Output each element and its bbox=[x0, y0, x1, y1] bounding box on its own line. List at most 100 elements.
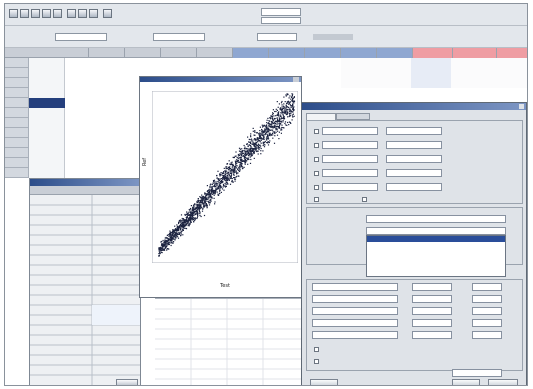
print-icon[interactable] bbox=[31, 9, 40, 18]
option-checkbox[interactable] bbox=[314, 359, 319, 364]
grid-col-header[interactable] bbox=[233, 48, 269, 58]
grid-col-header[interactable] bbox=[269, 48, 305, 58]
filter-field-2[interactable] bbox=[153, 33, 205, 41]
radio-option[interactable] bbox=[362, 197, 367, 202]
row-header[interactable] bbox=[5, 108, 29, 118]
row-header[interactable] bbox=[5, 168, 29, 178]
parameter-field[interactable] bbox=[472, 331, 502, 339]
option-checkbox[interactable] bbox=[314, 171, 319, 176]
ok-button[interactable] bbox=[452, 379, 480, 385]
scatter-point bbox=[202, 208, 204, 210]
parameter-field[interactable] bbox=[472, 307, 502, 315]
parameter-field[interactable] bbox=[472, 319, 502, 327]
option-combo[interactable] bbox=[386, 141, 442, 149]
parameter-field[interactable] bbox=[412, 307, 452, 315]
row-header[interactable] bbox=[5, 158, 29, 168]
grid-col-header[interactable] bbox=[413, 48, 453, 58]
option-combo[interactable] bbox=[322, 169, 378, 177]
chart-icon[interactable] bbox=[67, 9, 76, 18]
parameter-field[interactable] bbox=[472, 283, 502, 291]
filter-icon[interactable] bbox=[89, 9, 98, 18]
grid-col-header[interactable] bbox=[89, 48, 125, 58]
paste-icon[interactable] bbox=[53, 9, 62, 18]
row-header[interactable] bbox=[5, 98, 29, 108]
properties-ok-button[interactable] bbox=[116, 379, 138, 385]
x-axis-label: Test bbox=[220, 283, 230, 289]
filter-field-3[interactable] bbox=[257, 33, 297, 41]
scatter-point bbox=[253, 145, 255, 147]
parameter-field[interactable] bbox=[312, 295, 398, 303]
option-combo[interactable] bbox=[386, 169, 442, 177]
cancel-button[interactable] bbox=[488, 379, 518, 385]
selected-cell[interactable] bbox=[29, 98, 65, 108]
toolbar-field-1[interactable] bbox=[261, 8, 301, 16]
grid-col-header[interactable] bbox=[197, 48, 233, 58]
option-checkbox[interactable] bbox=[314, 185, 319, 190]
algorithm-dropdown-list[interactable] bbox=[366, 235, 506, 277]
toolbar-field-2[interactable] bbox=[261, 17, 301, 24]
save-icon[interactable] bbox=[20, 9, 29, 18]
parameter-field[interactable] bbox=[312, 319, 398, 327]
reset-button[interactable] bbox=[310, 379, 338, 385]
row-header[interactable] bbox=[5, 138, 29, 148]
option-combo[interactable] bbox=[322, 141, 378, 149]
method-combo[interactable] bbox=[366, 215, 506, 223]
parameter-field[interactable] bbox=[472, 295, 502, 303]
parameter-field[interactable] bbox=[412, 283, 452, 291]
row-header[interactable] bbox=[5, 78, 29, 88]
open-icon[interactable] bbox=[9, 9, 18, 18]
output-field[interactable] bbox=[452, 369, 502, 377]
scatter-point bbox=[280, 114, 282, 116]
row-header[interactable] bbox=[5, 68, 29, 78]
grid-col-header[interactable] bbox=[341, 48, 377, 58]
parameter-field[interactable] bbox=[312, 331, 398, 339]
grid-col-header[interactable] bbox=[161, 48, 197, 58]
scatter-point bbox=[160, 246, 162, 248]
parameter-field[interactable] bbox=[312, 307, 398, 315]
option-checkbox[interactable] bbox=[314, 143, 319, 148]
option-checkbox[interactable] bbox=[314, 347, 319, 352]
radio-option[interactable] bbox=[314, 197, 319, 202]
list-item[interactable] bbox=[367, 272, 505, 278]
help-icon[interactable] bbox=[103, 9, 112, 18]
close-icon[interactable] bbox=[519, 104, 524, 109]
copy-icon[interactable] bbox=[42, 9, 51, 18]
close-icon[interactable] bbox=[293, 77, 299, 82]
option-combo[interactable] bbox=[322, 127, 378, 135]
scatter-point bbox=[244, 148, 246, 150]
row-header[interactable] bbox=[5, 128, 29, 138]
option-checkbox[interactable] bbox=[314, 129, 319, 134]
grid-col-header[interactable] bbox=[5, 48, 89, 58]
option-combo[interactable] bbox=[386, 127, 442, 135]
option-combo[interactable] bbox=[322, 183, 378, 191]
parameter-field[interactable] bbox=[312, 283, 398, 291]
option-combo[interactable] bbox=[386, 183, 442, 191]
filter-field-1[interactable] bbox=[55, 33, 107, 41]
table-icon[interactable] bbox=[78, 9, 87, 18]
tab-general[interactable] bbox=[306, 113, 336, 120]
grid-col-header[interactable] bbox=[125, 48, 161, 58]
grid-col-header[interactable] bbox=[377, 48, 413, 58]
scatter-point bbox=[288, 113, 291, 115]
scatter-point bbox=[222, 178, 224, 181]
parameter-field[interactable] bbox=[412, 331, 452, 339]
row-header[interactable] bbox=[5, 148, 29, 158]
tab-options[interactable] bbox=[336, 113, 370, 120]
grid-col-header[interactable] bbox=[453, 48, 497, 58]
option-checkbox[interactable] bbox=[314, 157, 319, 162]
row-header[interactable] bbox=[5, 118, 29, 128]
parameter-field[interactable] bbox=[412, 295, 452, 303]
scatter-point bbox=[202, 198, 205, 200]
scatter-point bbox=[162, 239, 164, 242]
row-header[interactable] bbox=[5, 88, 29, 98]
algorithm-combo[interactable] bbox=[366, 227, 506, 235]
parameter-field[interactable] bbox=[412, 319, 452, 327]
grid-col-header[interactable] bbox=[305, 48, 341, 58]
option-combo[interactable] bbox=[322, 155, 378, 163]
scatter-point bbox=[186, 211, 188, 213]
scatter-point bbox=[281, 106, 283, 108]
option-combo[interactable] bbox=[386, 155, 442, 163]
grid-col-header[interactable] bbox=[497, 48, 527, 58]
row-header[interactable] bbox=[5, 58, 29, 68]
scatter-point bbox=[229, 170, 231, 172]
